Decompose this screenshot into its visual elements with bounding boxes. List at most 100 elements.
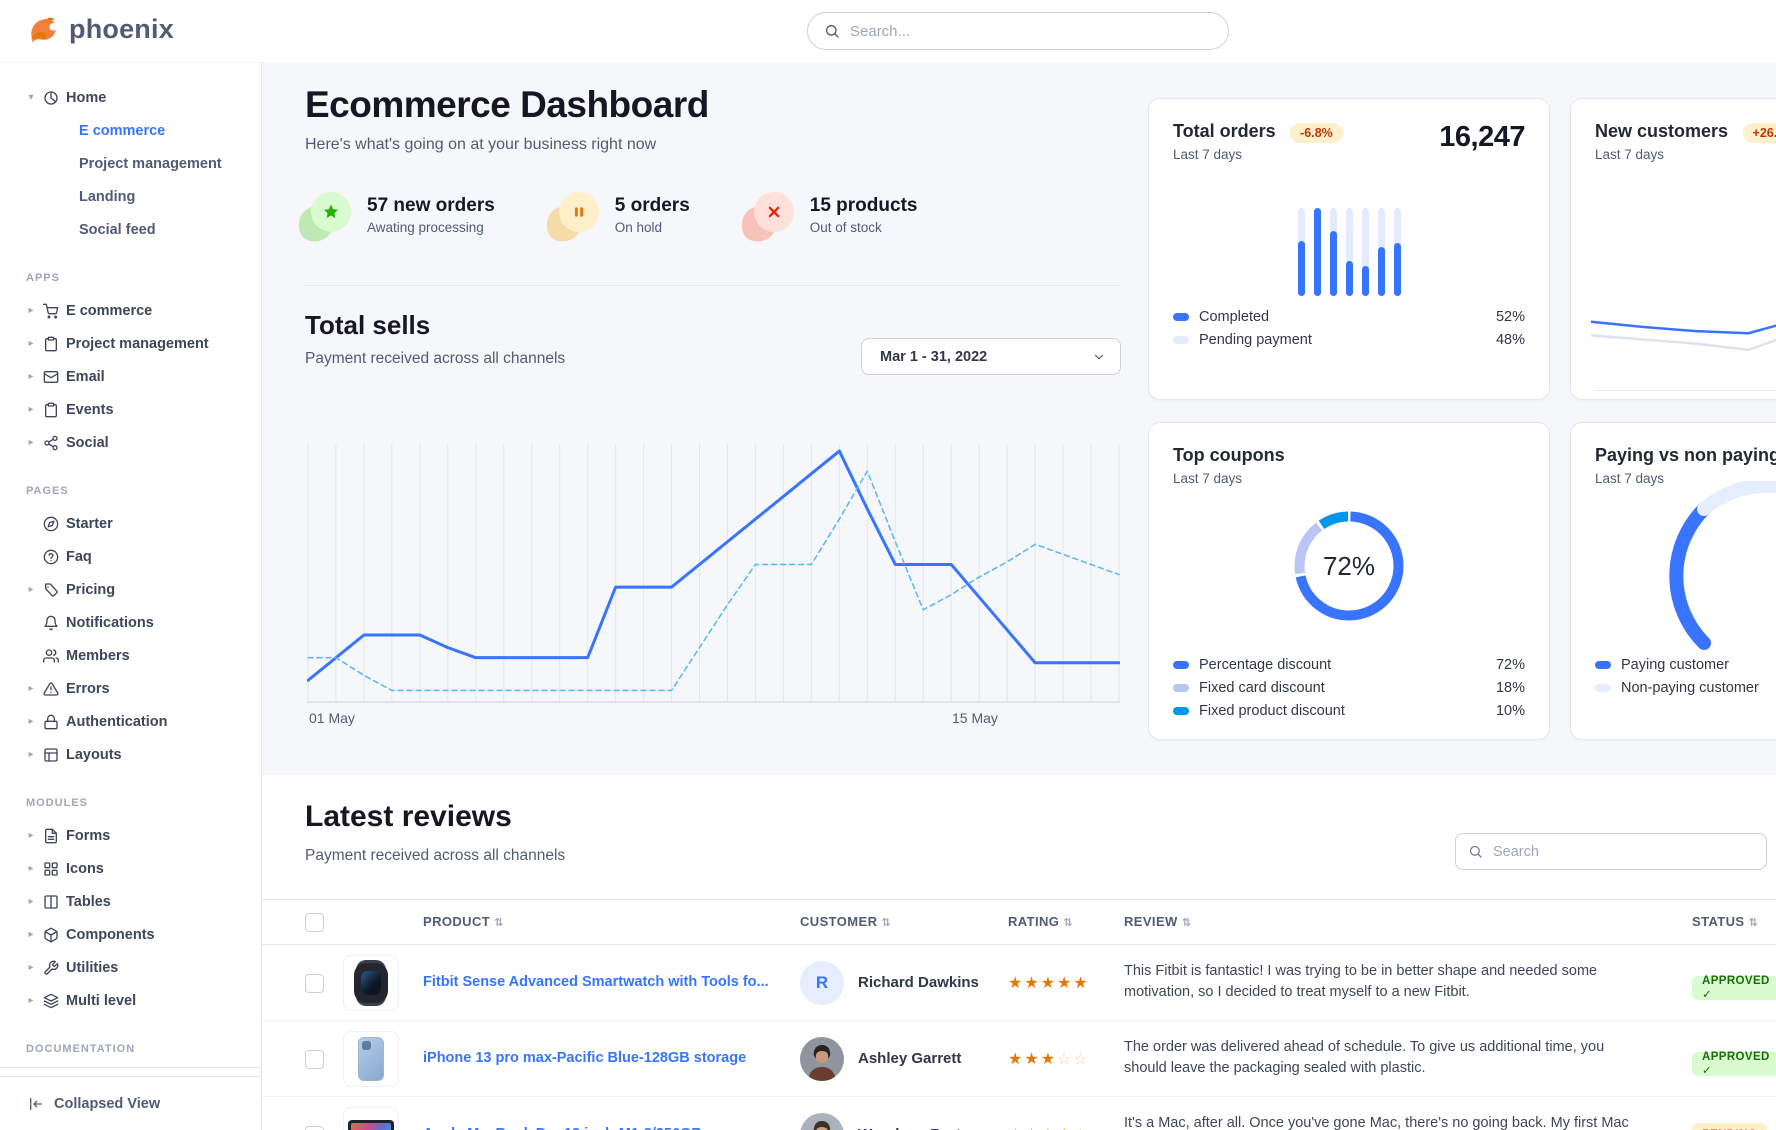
reviews-table-header: PRODUCT⇅ CUSTOMER⇅ RATING⇅ REVIEW⇅ STATU… <box>262 899 1776 945</box>
top-coupons-period: Last 7 days <box>1173 471 1285 486</box>
order-bar <box>1298 208 1305 296</box>
row-checkbox[interactable] <box>305 1126 324 1130</box>
top-coupons-title: Top coupons <box>1173 445 1285 465</box>
caret-right-icon: ▸ <box>26 929 36 940</box>
total-orders-card: Total orders -6.8% Last 7 days 16,247 Co… <box>1148 98 1550 400</box>
total-orders-title: Total orders <box>1173 121 1276 141</box>
new-customers-x-label: 01 May <box>1596 399 1642 400</box>
sidebar-item-errors[interactable]: ▸Errors <box>0 672 261 705</box>
topbar: phoenix <box>0 0 1776 62</box>
sidebar-item-e-commerce[interactable]: ▸E commerce <box>0 294 261 327</box>
sidebar-item-notifications[interactable]: Notifications <box>0 606 261 639</box>
sidebar-item-authentication[interactable]: ▸Authentication <box>0 705 261 738</box>
product-link[interactable]: Fitbit Sense Advanced Smartwatch with To… <box>423 974 769 990</box>
mail-icon <box>43 369 59 385</box>
global-search[interactable] <box>807 12 1229 50</box>
caret-right-icon: ▸ <box>26 749 36 760</box>
stat-caption: On hold <box>615 220 690 235</box>
sidebar-item-members[interactable]: Members <box>0 639 261 672</box>
col-status[interactable]: STATUS⇅ <box>1692 914 1758 929</box>
sidebar-item-forms[interactable]: ▸Forms <box>0 819 261 852</box>
table-row: iPhone 13 pro max-Pacific Blue-128GB sto… <box>262 1021 1776 1097</box>
caret-right-icon: ▸ <box>26 716 36 727</box>
order-bar <box>1330 208 1337 296</box>
global-search-input[interactable] <box>850 23 1212 40</box>
select-all-checkbox[interactable] <box>305 913 324 932</box>
reviews-search-input[interactable] <box>1493 844 1754 860</box>
row-checkbox[interactable] <box>305 1050 324 1069</box>
col-product[interactable]: PRODUCT⇅ <box>423 914 504 929</box>
bell-icon <box>43 615 59 631</box>
sidebar-item-components[interactable]: ▸Components <box>0 918 261 951</box>
total-orders-value: 16,247 <box>1439 121 1525 154</box>
sidebar-subitem-e-commerce[interactable]: E commerce <box>0 114 261 147</box>
sidebar-divider <box>0 1067 261 1068</box>
top-coupons-donut: 72% <box>1294 511 1404 621</box>
page: phoenix ▾HomeE commerceProject managemen… <box>0 0 1776 1130</box>
sidebar-nav: ▾HomeE commerceProject managementLanding… <box>0 63 261 1076</box>
sidebar-item-pricing[interactable]: ▸Pricing <box>0 573 261 606</box>
sidebar-item-social[interactable]: ▸Social <box>0 426 261 459</box>
file-icon <box>43 828 59 844</box>
legend-value: 48% <box>1496 332 1525 348</box>
layout-icon <box>43 747 59 763</box>
caret-right-icon: ▸ <box>26 437 36 448</box>
date-range-select[interactable]: Mar 1 - 31, 2022 <box>861 338 1121 375</box>
search-icon <box>1468 844 1483 859</box>
sidebar-item-icons[interactable]: ▸Icons <box>0 852 261 885</box>
customer-name: Ashley Garrett <box>858 1050 961 1067</box>
col-rating[interactable]: RATING⇅ <box>1008 914 1073 929</box>
legend-value: 72% <box>1496 657 1525 673</box>
page-title: Ecommerce Dashboard <box>305 84 709 126</box>
product-link[interactable]: iPhone 13 pro max-Pacific Blue-128GB sto… <box>423 1050 746 1066</box>
order-bar <box>1378 208 1385 296</box>
x-axis-label-mid: 15 May <box>952 710 998 726</box>
legend-item: Pending payment 48% <box>1173 330 1525 349</box>
reviews-search[interactable] <box>1455 833 1767 870</box>
product-link[interactable]: Apple MacBook Pro 13 inch-M1-8/256GB <box>423 1126 702 1130</box>
page-subtitle: Here's what's going on at your business … <box>305 136 656 154</box>
sidebar-section-label: PAGES <box>0 485 261 497</box>
grid-icon <box>43 861 59 877</box>
sidebar-subitem-landing[interactable]: Landing <box>0 180 261 213</box>
new-customers-title: New customers <box>1595 121 1728 141</box>
sidebar-section-label: DOCUMENTATION <box>0 1043 261 1055</box>
product-image <box>343 1031 399 1087</box>
sidebar-item-home[interactable]: ▾Home <box>0 81 261 114</box>
table-row: Apple MacBook Pro 13 inch-M1-8/256GB Woo… <box>262 1097 1776 1130</box>
sidebar-item-events[interactable]: ▸Events <box>0 393 261 426</box>
gauge-chart <box>1601 481 1776 651</box>
sidebar-item-faq[interactable]: Faq <box>0 540 261 573</box>
sidebar-subitem-social-feed[interactable]: Social feed <box>0 213 261 246</box>
sidebar-item-multi-level[interactable]: ▸Multi level <box>0 984 261 1017</box>
sidebar-subitem-project-management[interactable]: Project management <box>0 147 261 180</box>
sort-icon: ⇅ <box>1063 917 1073 929</box>
avatar <box>800 1113 844 1130</box>
stats-row: 57 new orders Awating processing 5 order… <box>305 192 917 238</box>
sidebar-item-project-management[interactable]: ▸Project management <box>0 327 261 360</box>
total-orders-bar-chart <box>1298 208 1401 296</box>
latest-reviews-subtitle: Payment received across all channels <box>305 847 565 865</box>
sidebar-item-email[interactable]: ▸Email <box>0 360 261 393</box>
compass-icon <box>43 516 59 532</box>
col-customer[interactable]: CUSTOMER⇅ <box>800 914 891 929</box>
legend-label: Fixed product discount <box>1199 703 1345 719</box>
collapsed-view-toggle[interactable]: Collapsed View <box>0 1076 261 1130</box>
new-customers-card: New customers +26.5% Last 7 days 01 May <box>1570 98 1776 400</box>
col-review[interactable]: REVIEW⇅ <box>1124 914 1191 929</box>
sidebar-item-starter[interactable]: Starter <box>0 507 261 540</box>
sidebar-item-tables[interactable]: ▸Tables <box>0 885 261 918</box>
sidebar-item-utilities[interactable]: ▸Utilities <box>0 951 261 984</box>
stat-star: 57 new orders Awating processing <box>305 192 495 238</box>
collapsed-view-label: Collapsed View <box>54 1096 160 1112</box>
share-icon <box>43 435 59 451</box>
row-checkbox[interactable] <box>305 974 324 993</box>
legend-label: Paying customer <box>1621 657 1729 673</box>
customer-cell: R <box>800 961 844 1005</box>
latest-reviews-title: Latest reviews <box>305 800 512 834</box>
sidebar-item-layouts[interactable]: ▸Layouts <box>0 738 261 771</box>
sort-icon: ⇅ <box>1182 917 1192 929</box>
brand-logo[interactable]: phoenix <box>26 12 174 46</box>
legend-swatch <box>1173 707 1189 715</box>
paying-legend: Paying customer Non-paying customer <box>1595 651 1776 697</box>
